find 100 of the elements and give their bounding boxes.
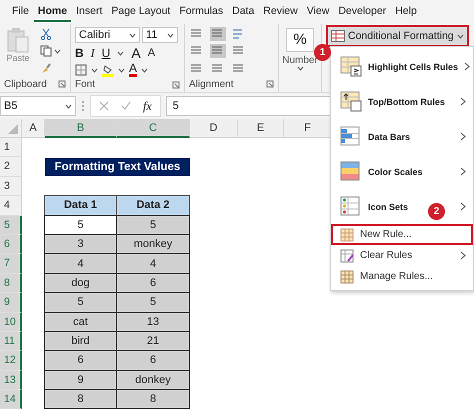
table-cell: 4 [44, 253, 117, 274]
column-header[interactable]: F [284, 119, 332, 138]
row-header[interactable]: 12 [0, 351, 22, 371]
ribbon-tab[interactable]: Review [259, 2, 302, 22]
ribbon-tab[interactable]: File [8, 2, 33, 22]
table-cell: 5 [44, 214, 117, 235]
percent-style-button[interactable]: % [286, 28, 314, 52]
column-heading-cell: Data 1 [44, 195, 117, 216]
center-align-icon[interactable] [210, 44, 226, 58]
grip-icon [81, 100, 85, 112]
group-label: Font [75, 79, 96, 90]
group-label: Clipboard [4, 78, 47, 90]
menu-item[interactable]: Top/Bottom Rules [368, 96, 445, 106]
table-cell: 8 [116, 389, 190, 410]
table-cell: donkey [116, 370, 190, 390]
caret-icon[interactable] [91, 68, 98, 72]
fill-bucket-icon[interactable] [102, 64, 114, 76]
table-cell: monkey [116, 234, 190, 254]
top-bottom-rules-icon [340, 91, 362, 112]
caret-icon[interactable] [167, 32, 174, 38]
ribbon-tab[interactable]: Data [228, 2, 258, 22]
check-icon[interactable] [121, 101, 131, 111]
table-cell: 5 [44, 292, 117, 313]
row-header[interactable]: 8 [0, 274, 22, 294]
row-header[interactable]: 10 [0, 312, 22, 332]
row-header[interactable]: 7 [0, 254, 22, 274]
column-header[interactable]: C [117, 119, 190, 138]
menu-item[interactable]: Highlight Cells Rules [368, 62, 458, 72]
column-header[interactable]: B [45, 119, 117, 138]
paintbrush-icon[interactable] [40, 62, 52, 74]
column-header[interactable]: E [238, 119, 284, 138]
table-icon [340, 270, 354, 284]
caret-icon[interactable] [296, 66, 304, 71]
row-header[interactable]: 6 [0, 234, 22, 254]
caret-icon[interactable] [456, 34, 464, 38]
table-cell: 13 [116, 312, 190, 332]
row-header[interactable]: 11 [0, 332, 22, 352]
row-header[interactable]: 1 [0, 138, 22, 158]
row-header[interactable]: 14 [0, 390, 22, 410]
ribbon-tab[interactable]: Formulas [175, 2, 228, 22]
table-cell: 6 [116, 350, 190, 371]
table-cell: 4 [116, 253, 190, 274]
italic-button[interactable]: I [90, 46, 95, 60]
menu-item[interactable]: Icon Sets [368, 202, 408, 212]
table-cell: 6 [44, 350, 117, 371]
row-header[interactable]: 13 [0, 370, 22, 390]
table-icon [340, 228, 354, 242]
launcher-icon[interactable] [172, 80, 180, 88]
column-header[interactable]: D [190, 119, 238, 138]
row-header[interactable]: 5 [0, 216, 22, 235]
ribbon-tab[interactable]: Home [34, 2, 72, 22]
ribbon-tab[interactable]: Page Layout [107, 2, 174, 22]
caret-icon[interactable] [54, 48, 61, 54]
bold-button[interactable]: B [75, 46, 84, 60]
row-header[interactable]: 3 [0, 176, 22, 196]
clipboard-icon [7, 27, 29, 53]
decrease-font-size-button[interactable]: A [148, 46, 156, 60]
table-title: Formatting Text Values [45, 158, 190, 176]
data-bars-icon [340, 126, 362, 147]
ribbon-tab[interactable]: View [302, 2, 334, 22]
copy-icon[interactable] [40, 45, 52, 57]
ribbon-tab[interactable]: Help [391, 2, 421, 22]
borders-icon[interactable] [75, 64, 87, 76]
font-name-dropdown[interactable]: Calibri [75, 27, 140, 43]
caret-icon[interactable] [118, 68, 125, 72]
caret-icon[interactable] [117, 50, 124, 56]
name-box[interactable]: B5 [0, 96, 76, 116]
middle-align-icon[interactable] [210, 27, 226, 41]
caret-icon[interactable] [129, 32, 136, 38]
conditional-formatting-button[interactable]: Conditional Formatting [326, 25, 469, 47]
insert-function-button[interactable]: fx [143, 98, 152, 114]
color-scales-icon [340, 161, 362, 182]
menu-item[interactable]: New Rule... [360, 229, 412, 240]
font-size-dropdown[interactable]: 11 [142, 27, 178, 43]
increase-font-size-button[interactable]: A [131, 46, 141, 60]
ribbon-tab[interactable]: Developer [334, 2, 390, 22]
row-header[interactable]: 2 [0, 157, 22, 177]
table-icon [331, 30, 345, 42]
scissors-icon[interactable] [40, 28, 52, 40]
menu-item[interactable]: Data Bars [368, 132, 410, 142]
caret-icon[interactable] [65, 104, 72, 108]
launcher-icon[interactable] [266, 80, 274, 88]
icon-sets-icon [340, 196, 362, 217]
highlight-rules-icon [340, 56, 362, 77]
menu-item[interactable]: Clear Rules [360, 250, 412, 261]
row-header[interactable]: 4 [0, 196, 22, 216]
row-header[interactable]: 9 [0, 293, 22, 313]
table-cell: 8 [44, 389, 117, 410]
eraser-icon [340, 248, 354, 262]
menu-item[interactable]: Manage Rules... [360, 271, 433, 282]
launcher-icon[interactable] [58, 80, 66, 88]
table-cell: cat [44, 312, 117, 332]
caret-icon[interactable] [141, 68, 148, 72]
ribbon-tab[interactable]: Insert [72, 2, 106, 22]
table-cell: 6 [116, 272, 190, 294]
font-color-button[interactable]: A [129, 63, 138, 77]
underline-button[interactable]: U [102, 46, 110, 60]
column-heading-cell: Data 2 [116, 195, 190, 216]
column-header[interactable]: A [22, 119, 45, 138]
menu-item[interactable]: Color Scales [368, 166, 423, 176]
